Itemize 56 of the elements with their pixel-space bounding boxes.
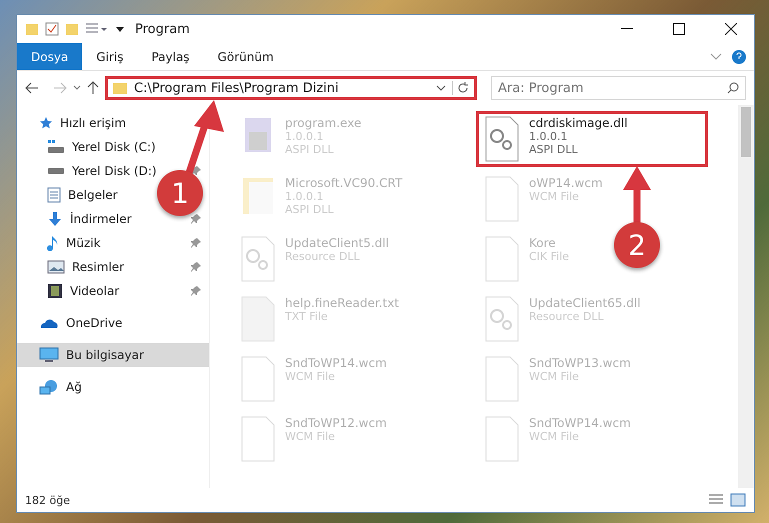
scrollbar[interactable] (738, 105, 754, 488)
gear-file-icon (485, 116, 519, 162)
ribbon-tab[interactable]: Dosya (17, 43, 82, 70)
maximize-icon (673, 23, 685, 35)
help-icon[interactable] (732, 50, 746, 64)
minimize-icon (621, 28, 633, 30)
address-field[interactable]: C:\Program Files\Program Dizini (105, 76, 477, 100)
properties-icon[interactable] (45, 22, 59, 36)
sidebar-item[interactable]: OneDrive (17, 311, 130, 335)
folder-icon (241, 176, 275, 216)
document-icon (47, 187, 61, 203)
search-field[interactable]: Ara: Program (491, 76, 746, 100)
music-note-icon (47, 235, 59, 251)
file-icon (485, 176, 519, 222)
dropdown-icon[interactable] (115, 24, 125, 34)
file-icon (241, 356, 275, 402)
gear-file-icon (241, 236, 275, 282)
sidebar-item[interactable]: Yerel Disk (C:) (17, 135, 164, 159)
sidebar-item[interactable]: Müzik (17, 231, 209, 255)
file-icon (485, 356, 519, 402)
back-arrow-icon[interactable] (25, 82, 39, 94)
download-arrow-icon (47, 211, 63, 227)
ribbon-tab[interactable]: Giriş (82, 43, 138, 70)
refresh-icon[interactable] (452, 81, 470, 95)
item-count: 182 öğe (25, 494, 70, 506)
search-icon[interactable] (727, 82, 739, 94)
text-file-icon (241, 296, 275, 342)
file-icon (485, 416, 519, 462)
sidebar-item[interactable]: Belgeler (17, 183, 126, 207)
window-title: Program (135, 22, 191, 36)
monitor-icon (39, 347, 59, 363)
file-icon (241, 416, 275, 462)
chevron-down-icon[interactable] (73, 85, 81, 91)
sidebar-item[interactable]: Ağ (17, 375, 90, 399)
close-icon (725, 23, 737, 35)
film-icon (47, 283, 63, 299)
up-arrow-icon[interactable] (87, 81, 99, 95)
sidebar-item[interactable]: Hızlı erişim (17, 111, 134, 135)
large-icons-view-icon[interactable] (730, 493, 746, 507)
chevron-down-icon[interactable] (436, 85, 446, 91)
picture-icon (47, 260, 65, 274)
file-icon (485, 236, 519, 282)
sidebar-item[interactable]: Resimler (17, 255, 209, 279)
network-globe-icon (39, 379, 59, 395)
ribbon-tab[interactable]: Görünüm (204, 43, 288, 70)
sidebar-item[interactable]: Videolar (17, 279, 209, 303)
cloud-icon (39, 317, 59, 329)
gear-file-icon (485, 296, 519, 342)
drive-icon (47, 140, 65, 154)
sidebar-item[interactable]: Bu bilgisayar (17, 343, 209, 367)
folder-icon (112, 81, 128, 95)
star-icon (39, 116, 53, 130)
drive-icon (47, 167, 65, 175)
folder-icon (25, 22, 39, 36)
ribbon-tab[interactable]: Paylaş (137, 43, 204, 70)
file-tile[interactable]: cdrdiskimage.dll 1.0.0.1 ASPI DLL (476, 111, 708, 167)
